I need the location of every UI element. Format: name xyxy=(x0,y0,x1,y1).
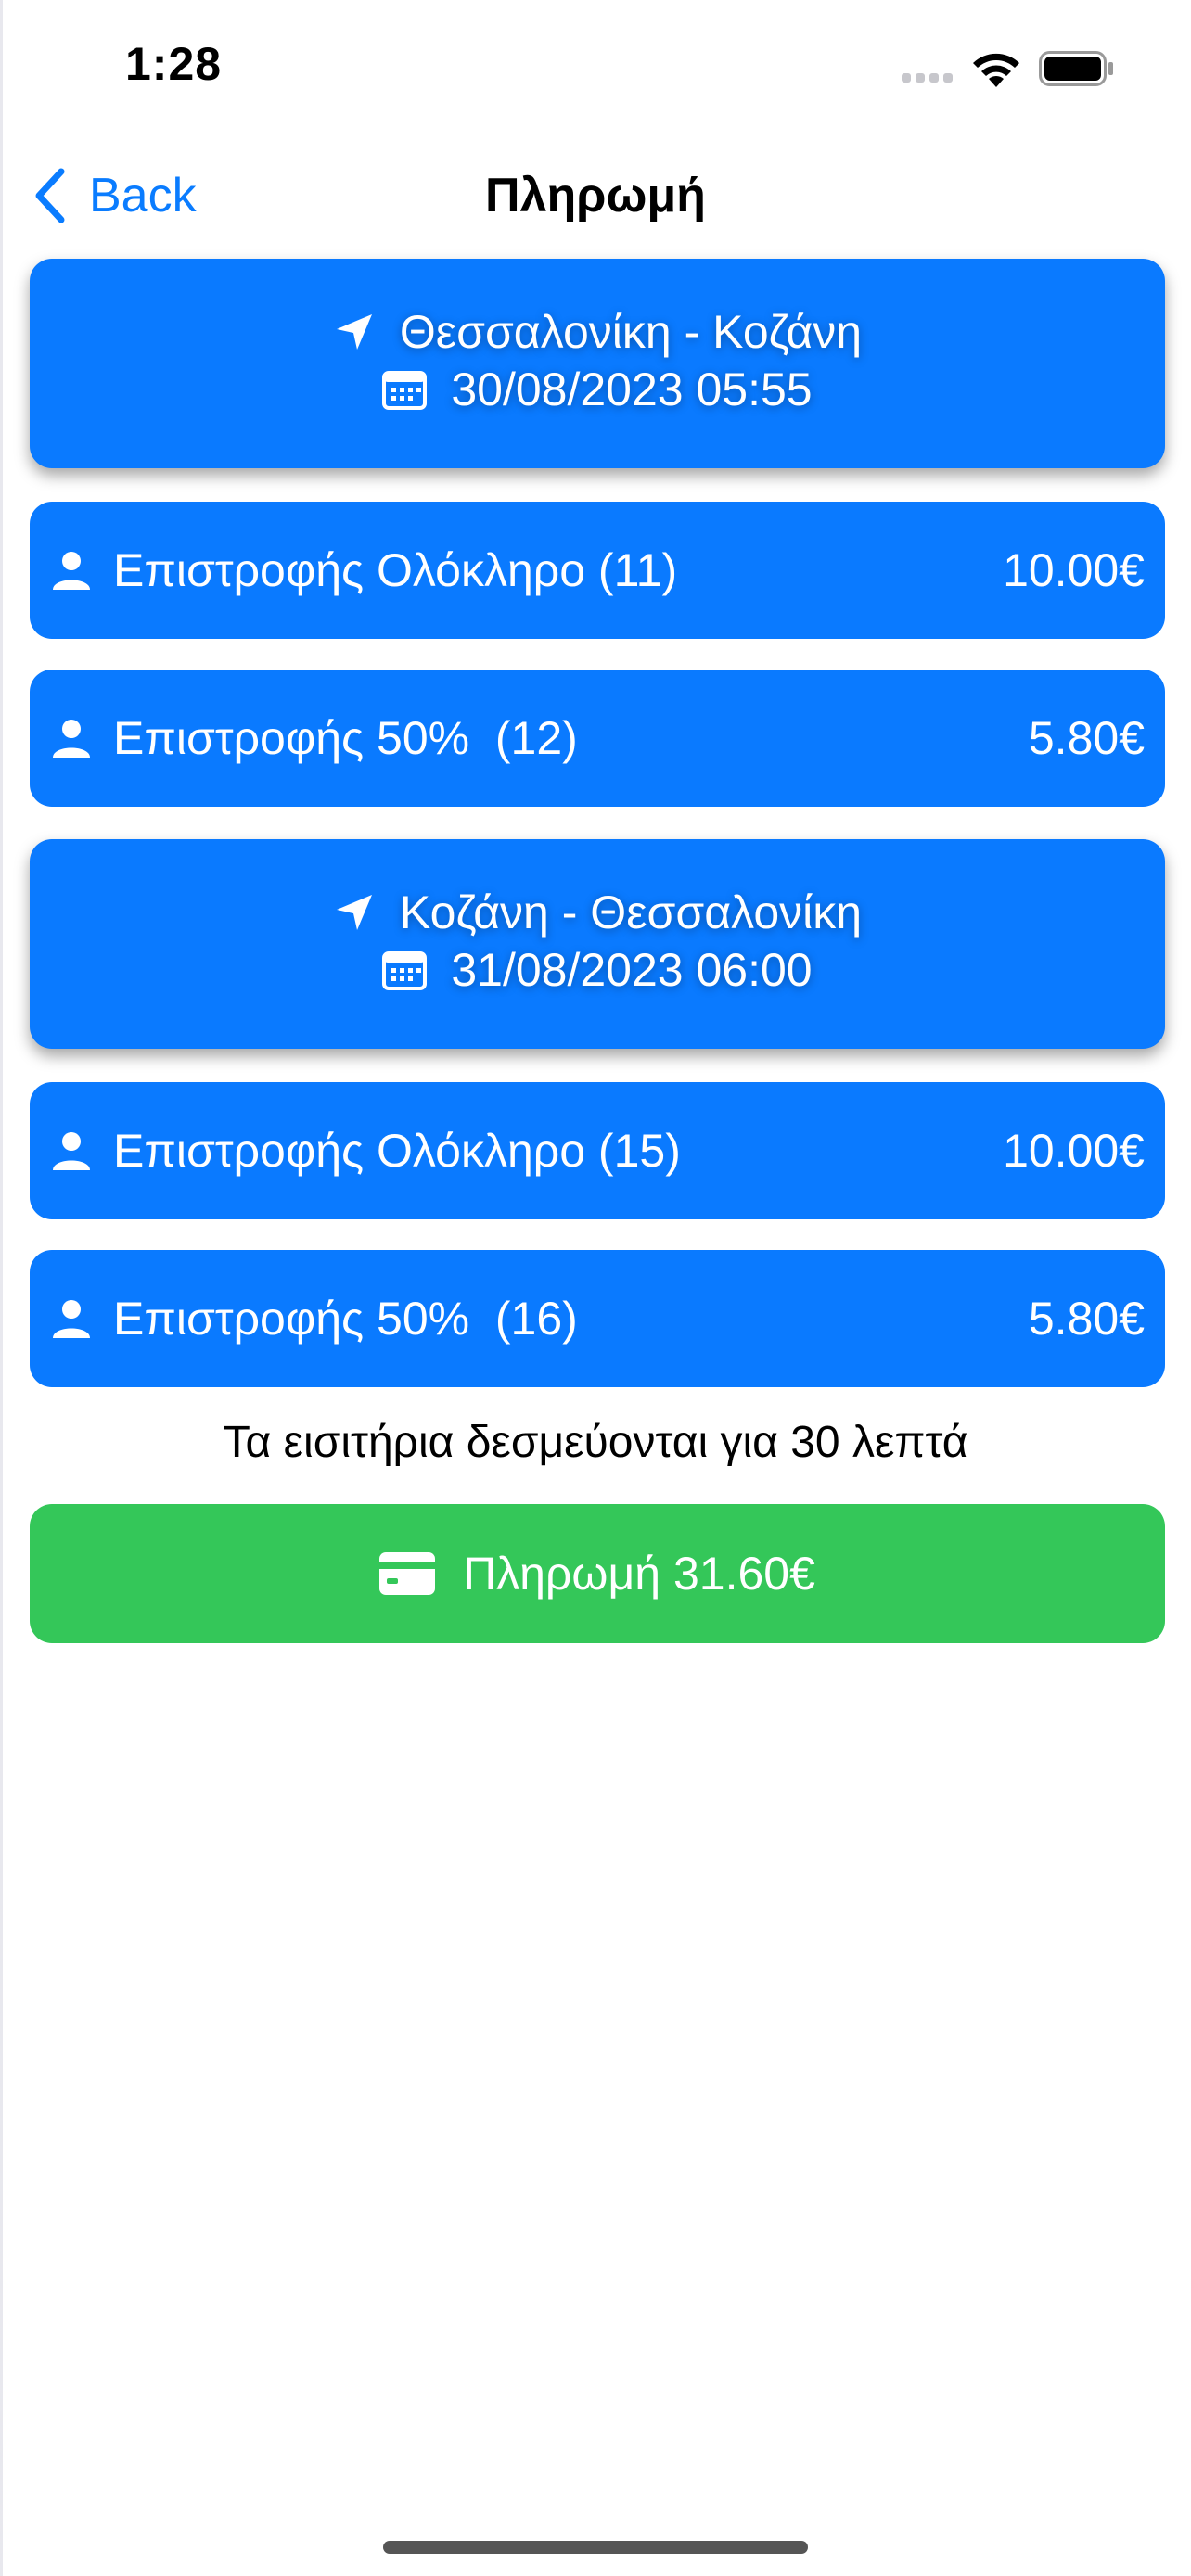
battery-icon xyxy=(1039,51,1113,86)
ticket-type: Επιστροφής Ολόκληρο (15) xyxy=(113,1125,681,1177)
status-bar: 1:28 xyxy=(0,0,1191,139)
ticket-price: 5.80€ xyxy=(1028,712,1145,764)
calendar-icon xyxy=(382,369,428,410)
ticket-row: Επιστροφής 50% (16) 5.80€ xyxy=(30,1250,1165,1387)
location-arrow-icon xyxy=(333,311,376,353)
trip-route: Κοζάνη - Θεσσαλονίκη xyxy=(399,886,863,938)
ticket-price: 10.00€ xyxy=(1003,1125,1145,1177)
ticket-price: 10.00€ xyxy=(1003,544,1145,596)
ticket-row: Επιστροφής Ολόκληρο (11) 10.00€ xyxy=(30,502,1165,639)
reservation-notice: Τα εισιτήρια δεσμεύονται για 30 λεπτά xyxy=(223,1418,968,1467)
person-icon xyxy=(53,552,90,590)
ticket-type: Επιστροφής Ολόκληρο (11) xyxy=(113,544,678,596)
cellular-signal-icon xyxy=(902,73,954,83)
pay-button[interactable]: Πληρωμή 31.60€ xyxy=(30,1504,1165,1643)
trip-datetime: 30/08/2023 05:55 xyxy=(451,363,813,415)
pay-button-label: Πληρωμή 31.60€ xyxy=(463,1548,815,1600)
person-icon xyxy=(53,1300,90,1338)
page-title: Πληρωμή xyxy=(485,169,706,223)
ticket-type: Επιστροφής 50% (12) xyxy=(113,712,578,764)
credit-card-icon xyxy=(379,1552,436,1595)
ticket-type: Επιστροφής 50% (16) xyxy=(113,1293,578,1345)
status-time: 1:28 xyxy=(125,38,223,90)
trip-datetime: 31/08/2023 06:00 xyxy=(451,944,813,996)
person-icon xyxy=(53,720,90,758)
ticket-row: Επιστροφής 50% (12) 5.80€ xyxy=(30,670,1165,807)
trip-route-card: Κοζάνη - Θεσσαλονίκη 31/08/2023 06:00 xyxy=(30,839,1165,1049)
calendar-icon xyxy=(382,950,428,990)
location-arrow-icon xyxy=(333,891,376,934)
trip-route: Θεσσαλονίκη - Κοζάνη xyxy=(399,306,863,358)
screen-edge xyxy=(0,0,3,2576)
trip-route-card: Θεσσαλονίκη - Κοζάνη 30/08/2023 05:55 xyxy=(30,259,1165,468)
wifi-icon xyxy=(973,53,1019,87)
home-indicator[interactable] xyxy=(383,2541,808,2554)
navigation-bar: Back Πληρωμή xyxy=(0,139,1191,250)
ticket-row: Επιστροφής Ολόκληρο (15) 10.00€ xyxy=(30,1082,1165,1219)
person-icon xyxy=(53,1132,90,1170)
ticket-price: 5.80€ xyxy=(1028,1293,1145,1345)
